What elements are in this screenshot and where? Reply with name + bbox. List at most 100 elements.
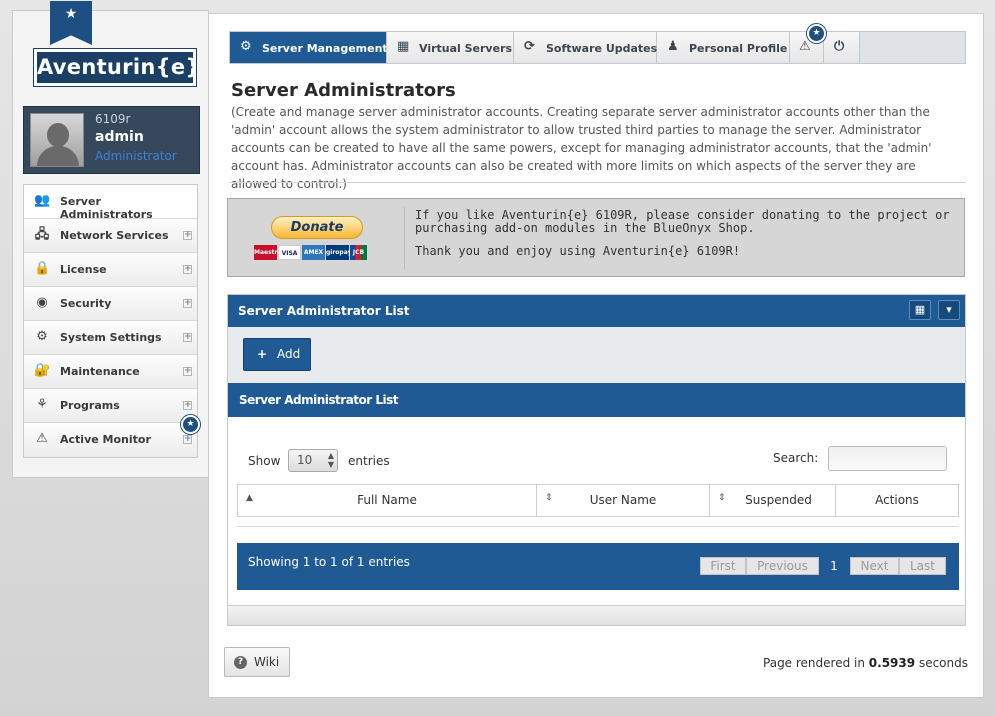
star-badge-icon: ★ <box>807 24 826 43</box>
gear-icon: ⚙ <box>240 39 252 54</box>
add-button[interactable]: + Add <box>243 338 311 371</box>
column-header-user-name[interactable]: ⇕ User Name <box>537 485 710 516</box>
sidebar-item-security[interactable]: ◉ Security + <box>24 287 197 321</box>
sidebar-item-label: Server Administrators <box>60 195 153 221</box>
donate-message: If you like Aventurin{e} 6109R, please c… <box>415 209 955 268</box>
tab-virtual-servers[interactable]: ▦ Virtual Servers <box>387 32 514 63</box>
star-badge-icon: ★ <box>181 415 200 434</box>
render-suffix: seconds <box>918 656 968 670</box>
entries-info: Showing 1 to 1 of 1 entries <box>248 555 410 569</box>
sidebar-item-label: Network Services <box>60 229 169 242</box>
user-card: 6109r admin Administrator <box>23 106 200 174</box>
list-subheader: Server Administrator List <box>228 383 965 417</box>
render-time: Page rendered in 0.5939 seconds <box>763 656 968 670</box>
sidebar-nav: 👥 Server Administrators 🖧 Network Servic… <box>23 184 198 458</box>
warning-icon: ⚠ <box>36 431 48 446</box>
list-header: Server Administrator List ▦ ▾ <box>228 295 965 327</box>
entries-select[interactable]: 10 ▲ ▼ <box>288 449 338 472</box>
column-label: User Name <box>589 493 657 507</box>
toolbar: + Add <box>228 327 965 383</box>
list-panel-footer <box>228 605 965 625</box>
spinner-arrows-icon: ▲ ▼ <box>327 451 334 469</box>
table-footer: Showing 1 to 1 of 1 entries First Previo… <box>237 543 959 590</box>
sidebar-item-system-settings[interactable]: ⚙ System Settings + <box>24 321 197 355</box>
user-name: admin <box>95 129 144 145</box>
tab-software-updates[interactable]: ⟳ Software Updates <box>514 32 657 63</box>
add-button-label: Add <box>277 347 301 361</box>
user-role-link[interactable]: Administrator <box>95 149 177 163</box>
eye-icon: ◉ <box>36 295 48 310</box>
entries-value: 10 <box>297 453 313 467</box>
render-prefix: Page rendered in <box>763 656 865 670</box>
render-value: 0.5939 <box>868 656 916 670</box>
wiki-button[interactable]: ? Wiki <box>224 647 290 677</box>
amex-icon: AMEX <box>302 245 325 260</box>
tab-label: Server Management <box>262 42 388 55</box>
expand-icon[interactable]: + <box>183 435 192 444</box>
top-tab-bar: ⚙ Server Management ▦ Virtual Servers ⟳ … <box>229 31 966 64</box>
show-label: Show <box>248 454 281 468</box>
wrench-lock-icon: 🔐 <box>34 363 51 378</box>
admin-list-panel: Server Administrator List ▦ ▾ + Add Serv… <box>227 294 966 626</box>
sidebar-item-license[interactable]: 🔒 License + <box>24 253 197 287</box>
giropay-icon: giropay <box>326 245 352 260</box>
expand-icon[interactable]: + <box>183 401 192 410</box>
sidebar-item-server-administrators[interactable]: 👥 Server Administrators <box>24 185 197 221</box>
pager-last[interactable]: Last <box>899 557 946 575</box>
user-host: 6109r <box>95 112 131 126</box>
page-title: Server Administrators <box>231 80 456 101</box>
tab-label: Virtual Servers <box>419 42 513 55</box>
tab-personal-profile[interactable]: ♟ Personal Profile <box>657 32 790 63</box>
avatar[interactable] <box>30 113 84 167</box>
sidebar-item-label: Programs <box>60 399 120 412</box>
donate-box: Donate MaestroVISA AMEX giropayJCB If you … <box>227 198 965 277</box>
table-header: ▲ Full Name ⇕ User Name ⇕ Suspended Acti… <box>237 484 959 517</box>
power-icon: ⏻ <box>834 39 845 54</box>
tab-server-management[interactable]: ⚙ Server Management <box>230 32 388 63</box>
divider <box>404 207 405 269</box>
star-icon: ★ <box>50 1 92 45</box>
sidebar-item-programs[interactable]: ⚘ Programs + <box>24 389 197 423</box>
warning-icon: ⚠ <box>799 39 811 54</box>
sidebar-item-label: License <box>60 263 107 276</box>
sidebar-item-label: System Settings <box>60 331 162 344</box>
avatar-body <box>37 146 79 166</box>
brand-logo[interactable]: Aventurin{e} <box>33 48 200 87</box>
expand-icon[interactable]: + <box>183 231 192 240</box>
tab-label: Software Updates <box>546 42 658 55</box>
collapse-button[interactable]: ▾ <box>938 300 960 320</box>
search-input[interactable] <box>828 446 947 471</box>
sidebar-item-active-monitor[interactable]: ⚠ Active Monitor + <box>24 423 197 457</box>
sidebar-item-maintenance[interactable]: 🔐 Maintenance + <box>24 355 197 389</box>
grid-icon: ▦ <box>397 39 410 54</box>
column-label: Actions <box>875 493 919 507</box>
gear-icon: ⚙ <box>36 329 48 344</box>
divider <box>229 182 966 183</box>
expand-icon[interactable]: + <box>183 265 192 274</box>
users-icon: 👥 <box>34 193 51 208</box>
pager-current-page[interactable]: 1 <box>822 557 846 575</box>
list-title: Server Administrator List <box>238 304 410 318</box>
column-header-suspended[interactable]: ⇕ Suspended <box>710 485 836 516</box>
column-header-full-name[interactable]: ▲ Full Name <box>238 485 537 516</box>
refresh-icon: ⟳ <box>524 39 535 54</box>
donate-button[interactable]: Donate <box>271 216 363 239</box>
pager-previous[interactable]: Previous <box>746 557 819 575</box>
visa-icon: VISA <box>278 245 301 260</box>
lock-icon: 🔒 <box>34 261 51 276</box>
person-icon: ♟ <box>667 39 679 54</box>
main-panel: ⚙ Server Management ▦ Virtual Servers ⟳ … <box>208 13 984 698</box>
pager-first[interactable]: First <box>700 557 746 575</box>
tab-logout[interactable]: ⏻ <box>824 32 860 63</box>
entries-label: entries <box>348 454 390 468</box>
maestro-icon: Maestro <box>254 245 282 260</box>
expand-icon[interactable]: + <box>183 299 192 308</box>
sidebar-item-network-services[interactable]: 🖧 Network Services + <box>24 219 197 253</box>
tab-label: Personal Profile <box>689 42 788 55</box>
grid-view-button[interactable]: ▦ <box>909 300 931 320</box>
expand-icon[interactable]: + <box>183 367 192 376</box>
data-table: Show 10 ▲ ▼ entries Search: ▲ Full Name ⇕… <box>228 417 965 605</box>
pager-next[interactable]: Next <box>850 557 899 575</box>
page-description: (Create and manage server administrator … <box>231 105 932 191</box>
expand-icon[interactable]: + <box>183 333 192 342</box>
